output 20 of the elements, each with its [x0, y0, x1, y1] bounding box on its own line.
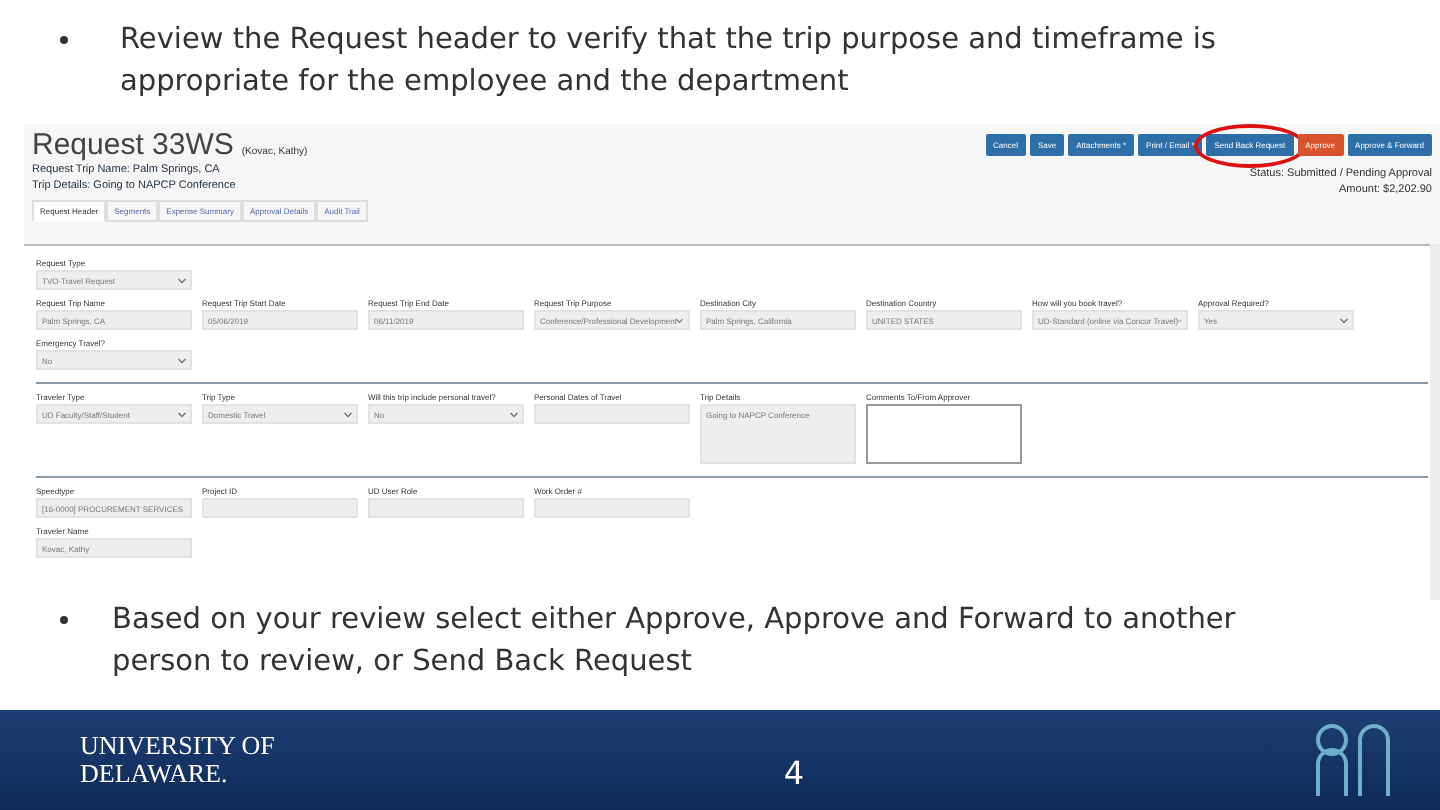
- scrollbar[interactable]: [1430, 244, 1440, 600]
- chevron-down-icon: [178, 411, 186, 417]
- comment-box[interactable]: [866, 404, 1022, 464]
- chevron-down-icon: [676, 317, 684, 323]
- chevron-down-icon: [178, 357, 186, 363]
- input-field[interactable]: [202, 498, 358, 518]
- chevron-down-icon: [344, 411, 352, 417]
- bullet-icon: [60, 36, 68, 44]
- input-field[interactable]: [534, 404, 690, 424]
- chevron-down-icon: [178, 277, 186, 283]
- page-title: Request 33WS: [32, 128, 234, 162]
- chevron-down-icon: [1340, 317, 1348, 323]
- chevron-down-icon: [510, 411, 518, 417]
- bullet-text: Review the Request header to verify that the trip purpose and timeframe is appropriate for the employee and the department: [120, 22, 1218, 103]
- page-number: 4: [783, 751, 805, 791]
- input-field[interactable]: [368, 498, 524, 518]
- bullet-text: Based on your review select either Approve, Approve and Forward to another person to review, or Send Back Request: [112, 602, 1238, 683]
- bullet-icon: [60, 616, 68, 624]
- input-field[interactable]: [534, 498, 690, 518]
- university-logo: UNIVERSITY OF DELAWARE.: [80, 731, 277, 789]
